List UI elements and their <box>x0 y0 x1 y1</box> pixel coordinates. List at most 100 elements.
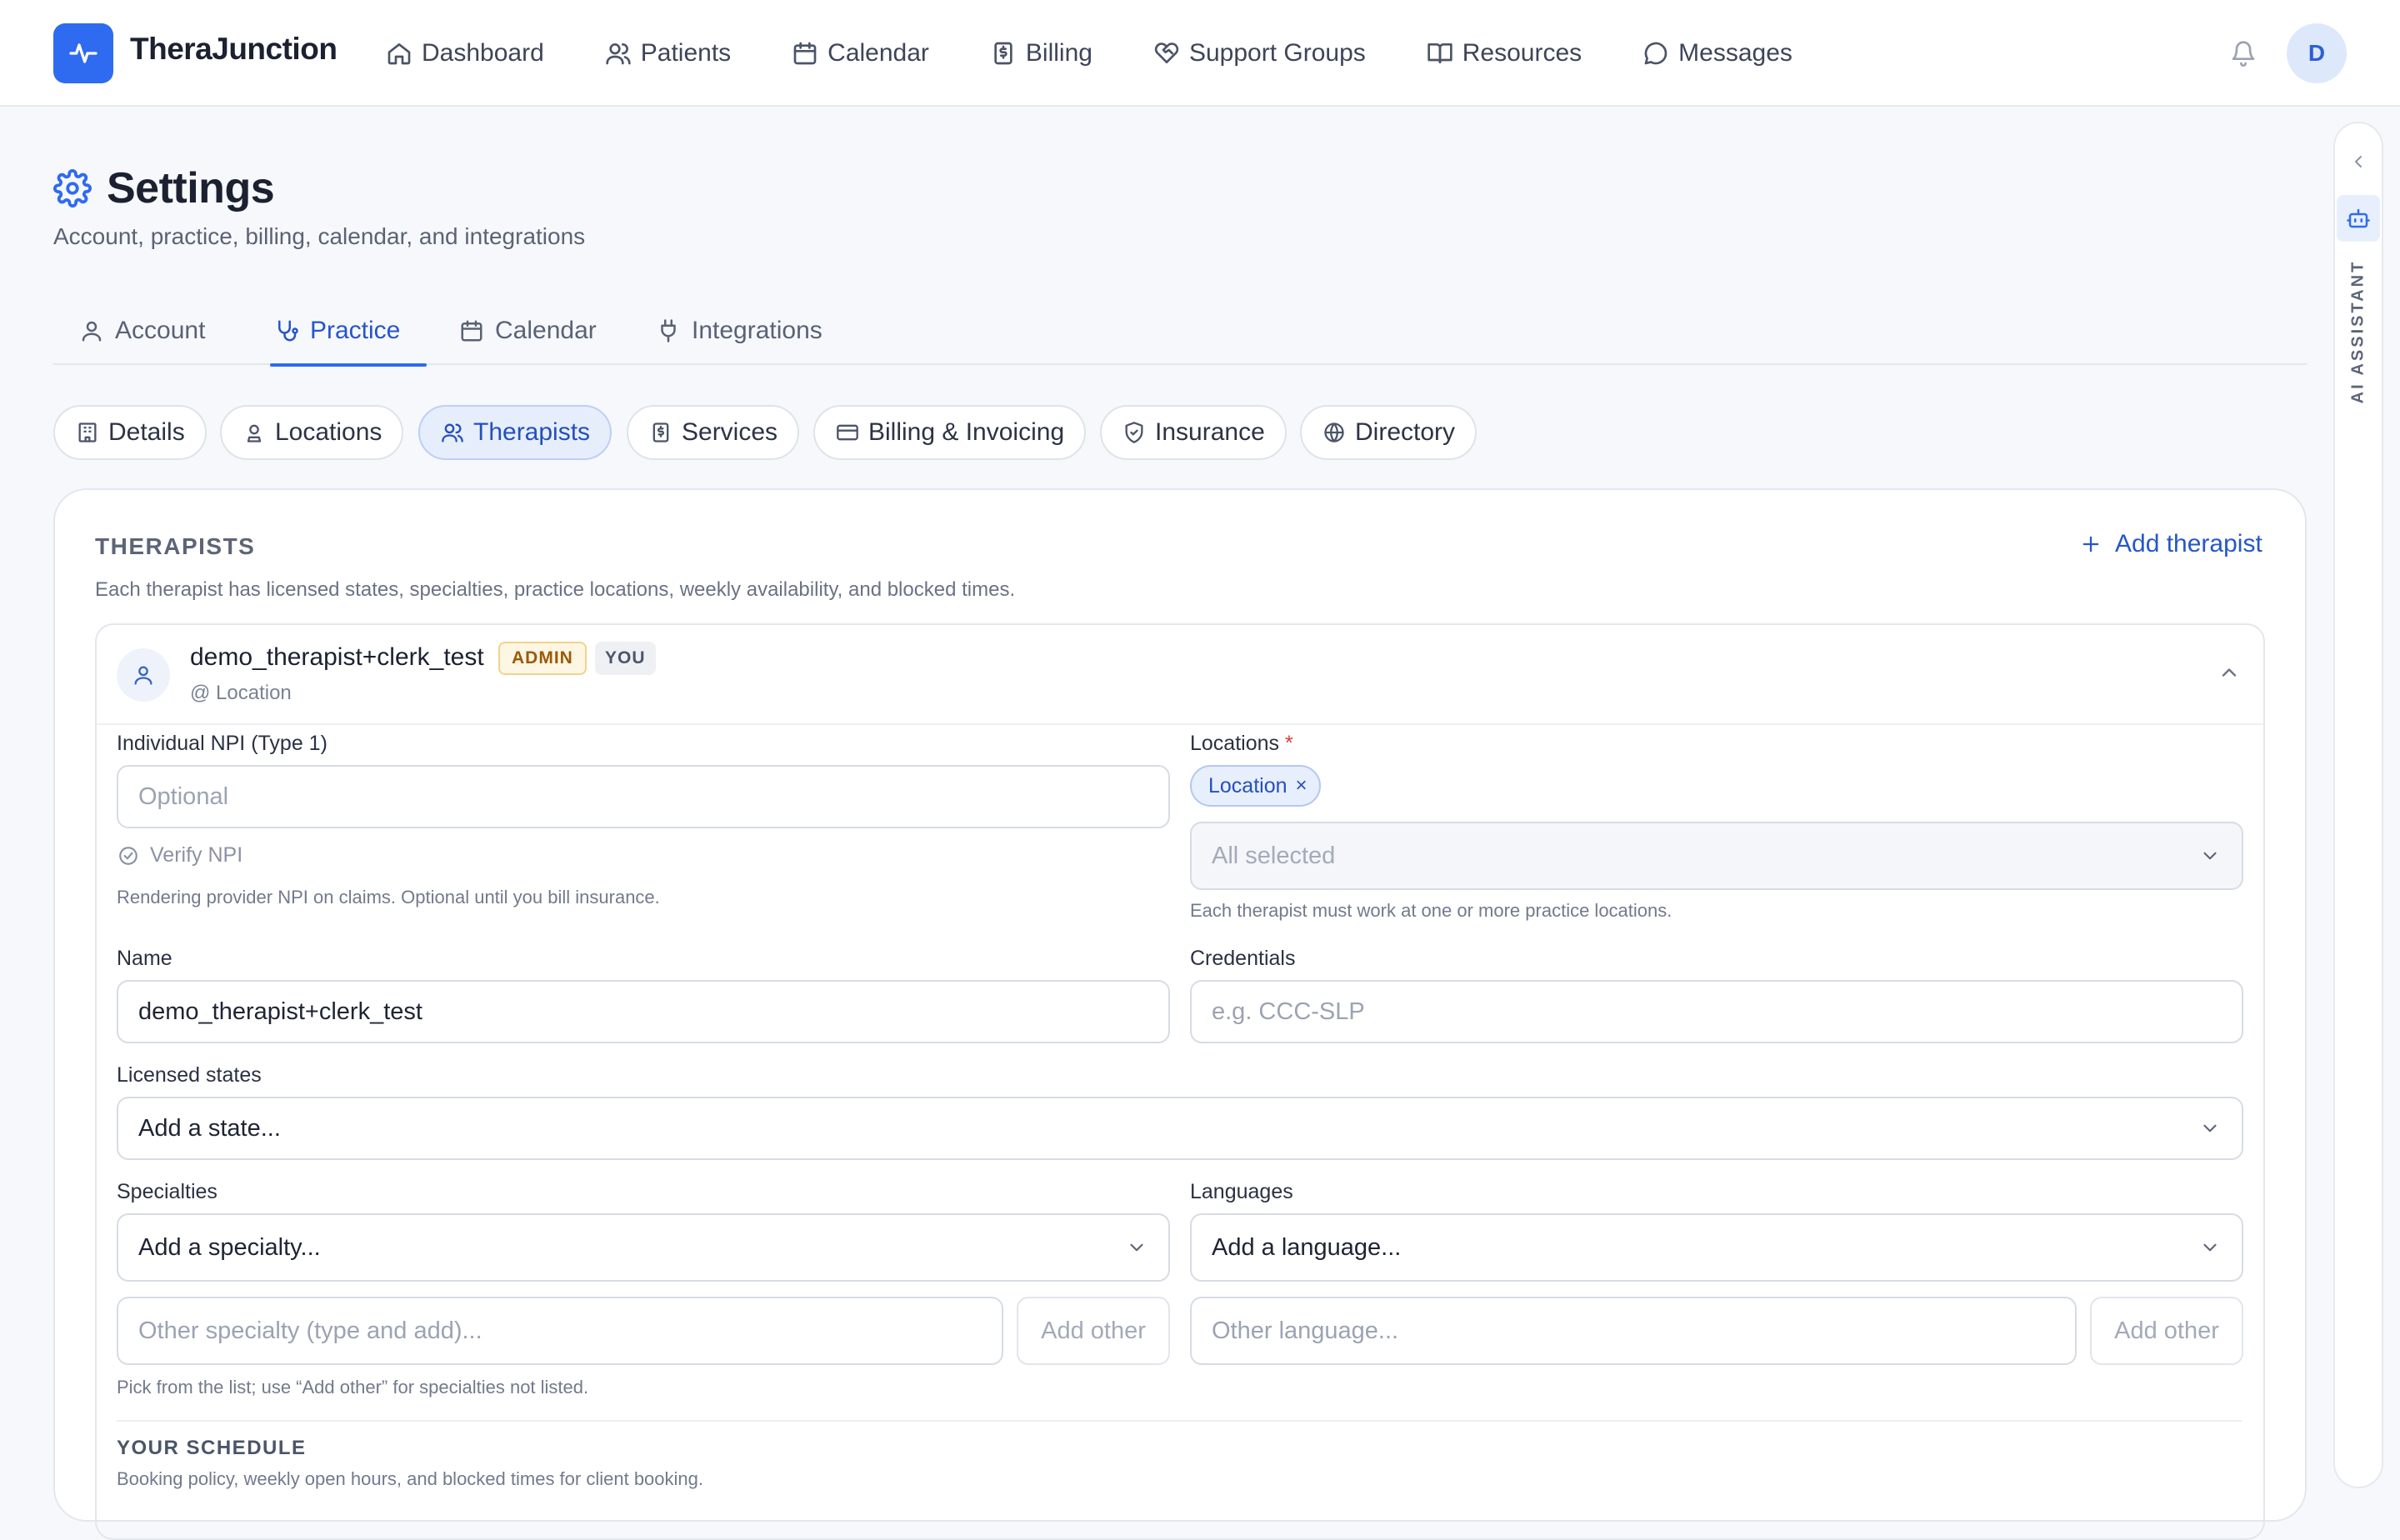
schedule-description: Booking policy, weekly open hours, and b… <box>117 1468 703 1489</box>
specialties-hint: Pick from the list; use “Add other” for … <box>117 1377 589 1398</box>
name-value: demo_therapist+clerk_test <box>138 998 422 1025</box>
other-language-input[interactable]: Other language... <box>1190 1297 2077 1365</box>
specialties-select[interactable]: Add a specialty... <box>117 1213 1170 1282</box>
tab-practice[interactable]: Practice <box>270 297 428 367</box>
other-specialty-placeholder: Other specialty (type and add)... <box>138 1317 482 1344</box>
npi-input[interactable]: Optional <box>117 765 1170 828</box>
tab-integrations[interactable]: Integrations <box>655 297 822 365</box>
subtab-label: Directory <box>1355 418 1456 446</box>
nav-label: Calendar <box>828 39 929 67</box>
specialties-label: Specialties <box>117 1180 218 1203</box>
gear-icon <box>53 169 92 208</box>
nav-calendar[interactable]: Calendar <box>791 28 929 78</box>
stethoscope-icon <box>273 318 300 344</box>
add-other-language-button[interactable]: Add other <box>2090 1297 2243 1365</box>
nav-patients[interactable]: Patients <box>604 28 731 78</box>
subtab-therapists[interactable]: Therapists <box>418 405 612 460</box>
subtab-billing-invoicing[interactable]: Billing & Invoicing <box>813 405 1087 460</box>
languages-select[interactable]: Add a language... <box>1190 1213 2243 1282</box>
admin-badge: ADMIN <box>498 642 587 675</box>
specialties-value: Add a specialty... <box>138 1233 321 1261</box>
user-avatar[interactable]: D <box>2287 23 2347 83</box>
location-chip-label: Location <box>1208 773 1288 798</box>
plus-icon <box>2078 532 2103 557</box>
ai-assistant-panel: AI ASSISTANT <box>2333 122 2383 1488</box>
licensed-states-label: Licensed states <box>117 1063 262 1087</box>
top-navigation-bar: TheraJunction Dashboard Patients Calenda… <box>0 0 2400 107</box>
npi-hint: Rendering provider NPI on claims. Option… <box>117 887 660 908</box>
subtab-label: Therapists <box>473 418 591 446</box>
name-input[interactable]: demo_therapist+clerk_test <box>117 980 1170 1043</box>
subtab-directory[interactable]: Directory <box>1300 405 1478 460</box>
home-icon <box>385 39 413 68</box>
nav-label: Messages <box>1678 39 1792 67</box>
chevron-down-icon <box>1125 1236 1148 1259</box>
book-icon <box>1426 39 1454 68</box>
nav-messages[interactable]: Messages <box>1642 28 1792 78</box>
message-icon <box>1642 39 1670 68</box>
subtab-details[interactable]: Details <box>53 405 207 460</box>
locations-select[interactable]: All selected <box>1190 822 2243 890</box>
chevron-up-icon[interactable] <box>2215 658 2243 687</box>
location-chip: Location × <box>1190 765 1321 807</box>
bot-icon[interactable] <box>2337 195 2380 242</box>
locations-label: Locations * <box>1190 732 1293 756</box>
users-icon <box>604 39 632 68</box>
pulse-logo-icon[interactable] <box>53 23 113 83</box>
nav-dashboard[interactable]: Dashboard <box>385 28 544 78</box>
nav-billing[interactable]: Billing <box>989 28 1092 78</box>
ai-assistant-label[interactable]: AI ASSISTANT <box>2349 260 2368 404</box>
close-icon[interactable]: × <box>1296 774 1308 798</box>
calendar-icon <box>791 39 819 68</box>
page-subtitle: Account, practice, billing, calendar, an… <box>53 223 586 249</box>
required-mark: * <box>1284 732 1293 755</box>
nav-resources[interactable]: Resources <box>1426 28 1582 78</box>
section-description: Each therapist has licensed states, spec… <box>95 578 1016 601</box>
page-header: Settings <box>53 163 275 213</box>
locations-hint: Each therapist must work at one or more … <box>1190 900 1672 921</box>
add-therapist-button[interactable]: Add therapist <box>2078 530 2262 558</box>
tab-calendar[interactable]: Calendar <box>458 297 597 365</box>
other-language-placeholder: Other language... <box>1212 1317 1399 1344</box>
subtab-insurance[interactable]: Insurance <box>1100 405 1287 460</box>
bell-icon[interactable] <box>2227 37 2260 70</box>
therapist-name[interactable]: demo_therapist+clerk_test <box>190 643 484 672</box>
add-other-specialty-button[interactable]: Add other <box>1017 1297 1170 1365</box>
you-badge: YOU <box>595 642 656 675</box>
npi-label: Individual NPI (Type 1) <box>117 732 328 755</box>
nav-label: Dashboard <box>422 39 544 67</box>
nav-label: Patients <box>640 39 732 67</box>
verify-npi-button[interactable]: Verify NPI <box>117 843 242 868</box>
heart-handshake-icon <box>1152 39 1181 68</box>
building-icon <box>75 420 100 445</box>
subtab-label: Insurance <box>1155 418 1265 446</box>
licensed-states-select[interactable]: Add a state... <box>117 1097 2243 1160</box>
users-icon <box>440 420 465 445</box>
credentials-placeholder: e.g. CCC-SLP <box>1212 998 1365 1025</box>
receipt-icon <box>648 420 673 445</box>
plug-icon <box>655 318 682 344</box>
chevron-left-icon[interactable] <box>2345 148 2372 175</box>
other-specialty-input[interactable]: Other specialty (type and add)... <box>117 1297 1003 1365</box>
subtab-services[interactable]: Services <box>627 405 800 460</box>
divider <box>117 1420 2242 1422</box>
brand-name[interactable]: TheraJunction <box>130 32 338 67</box>
tab-account[interactable]: Account <box>78 297 205 365</box>
subtab-locations[interactable]: Locations <box>220 405 404 460</box>
nav-support-groups[interactable]: Support Groups <box>1152 28 1366 78</box>
credentials-input[interactable]: e.g. CCC-SLP <box>1190 980 2243 1043</box>
chevron-down-icon <box>2198 1236 2222 1259</box>
tab-label: Integrations <box>692 317 822 344</box>
languages-label: Languages <box>1190 1180 1293 1203</box>
nav-label: Billing <box>1025 39 1092 67</box>
map-pin-user-icon <box>242 420 267 445</box>
nav-label: Resources <box>1462 39 1582 67</box>
check-circle-icon <box>117 844 140 868</box>
schedule-title: YOUR SCHEDULE <box>117 1437 307 1459</box>
nav-label: Support Groups <box>1188 39 1366 67</box>
tab-label: Calendar <box>495 317 597 344</box>
credentials-label: Credentials <box>1190 947 1296 970</box>
shield-check-icon <box>1122 420 1147 445</box>
locations-label-text: Locations <box>1190 732 1280 755</box>
globe-icon <box>1322 420 1347 445</box>
